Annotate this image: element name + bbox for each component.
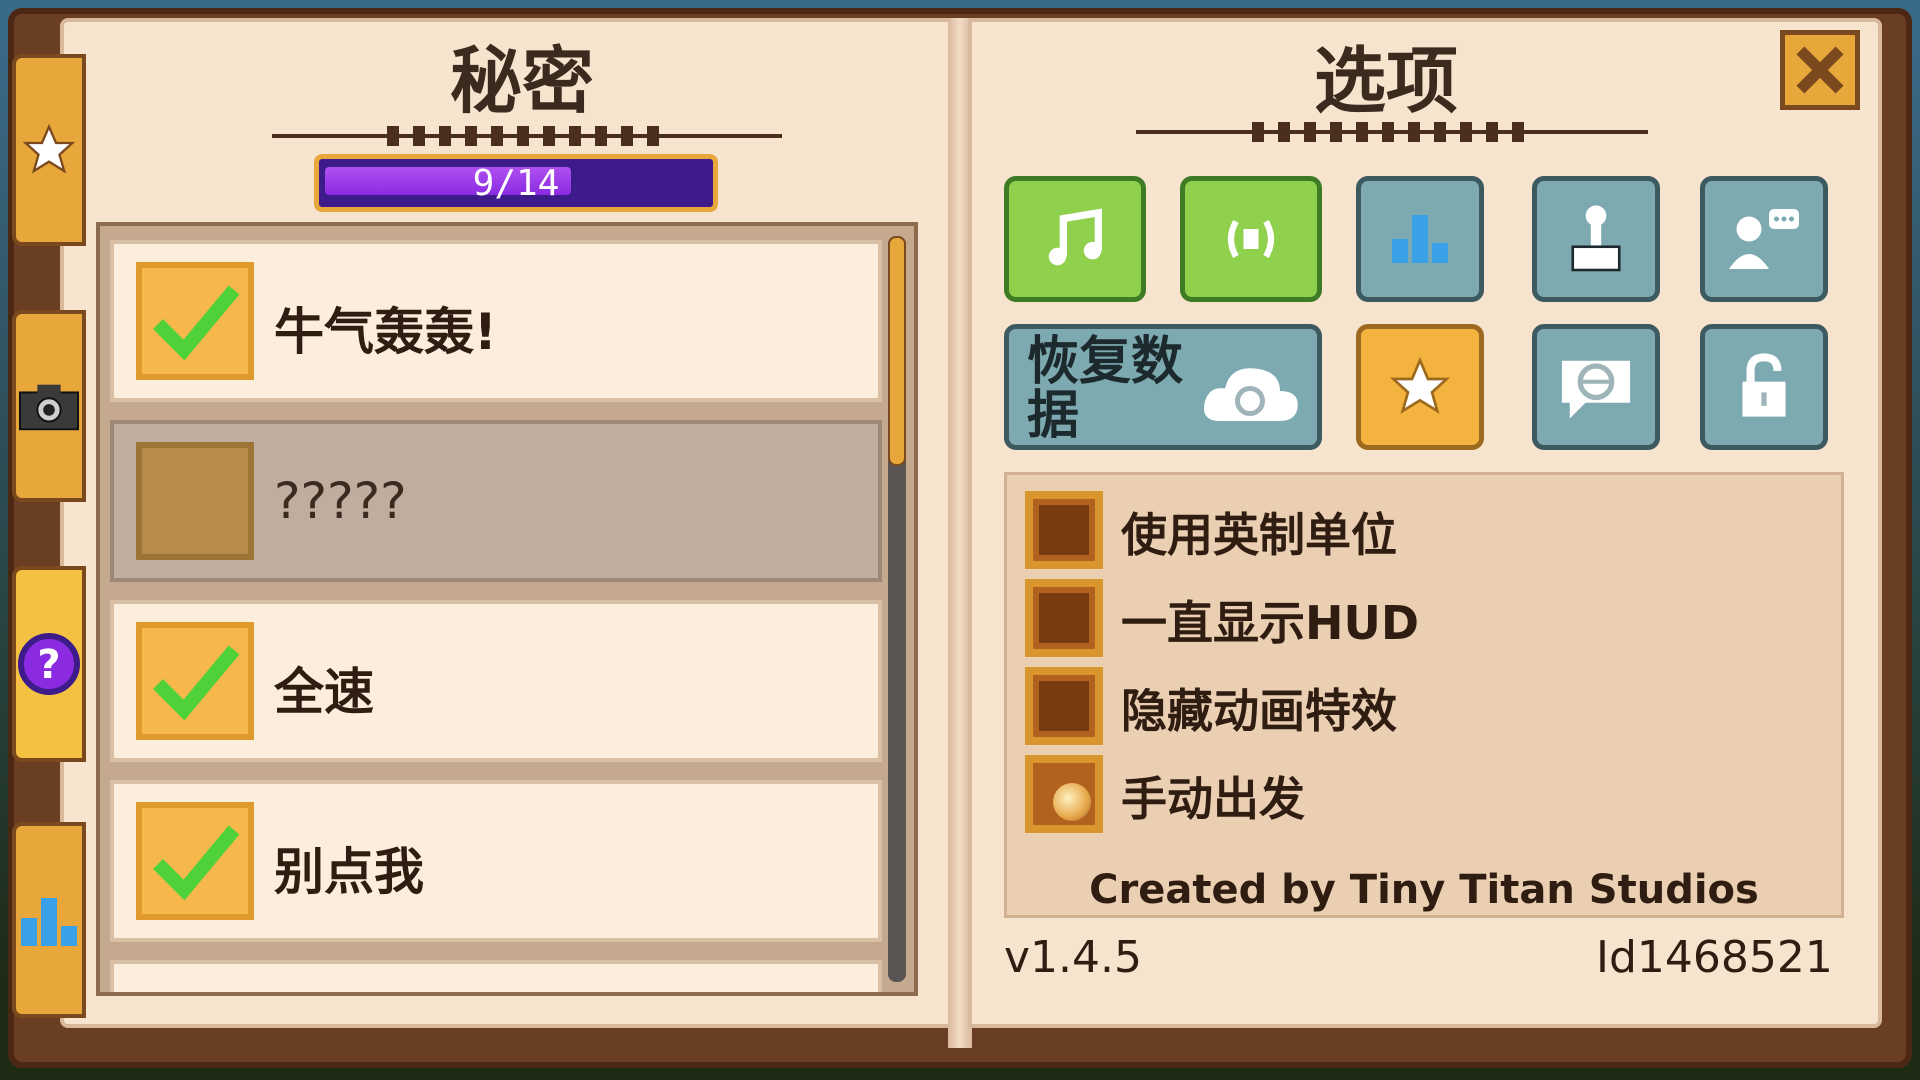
secret-checkbox	[136, 442, 254, 560]
tab-secrets[interactable]: ?	[12, 566, 86, 762]
option-checkbox[interactable]	[1025, 491, 1103, 569]
joystick-icon	[1571, 205, 1621, 272]
option-always-show-hud[interactable]: 一直显示HUD	[1025, 579, 1825, 659]
secret-item[interactable]: 牛气轰轰!	[110, 240, 882, 402]
checkmark-icon	[153, 645, 240, 721]
secrets-title: 秘密	[450, 38, 595, 123]
credits-text: Created by Tiny Titan Studios	[1089, 867, 1759, 913]
close-button[interactable]	[1780, 30, 1860, 110]
secret-checkbox	[136, 262, 254, 380]
option-label: 一直显示HUD	[1121, 596, 1420, 650]
social-button[interactable]	[1700, 176, 1828, 302]
chat-user-icon	[1729, 209, 1799, 269]
secret-checkbox	[136, 802, 254, 920]
option-checkbox[interactable]	[1025, 579, 1103, 657]
restore-data-label: 恢复数据	[1027, 332, 1184, 446]
secret-checkbox	[136, 622, 254, 740]
options-title: 选项	[1314, 38, 1459, 123]
question-icon: ?	[18, 633, 80, 695]
stats-icon	[1392, 215, 1448, 263]
secret-label: ?????	[274, 472, 407, 530]
secret-item-locked[interactable]: ?????	[110, 420, 882, 582]
secrets-progress-bar: 9/14	[314, 154, 718, 212]
tab-achievements[interactable]	[12, 54, 86, 246]
lock-icon	[1742, 353, 1786, 417]
option-checkbox[interactable]	[1025, 667, 1103, 745]
checked-knob-icon	[1053, 783, 1091, 821]
user-id-label: Id1468521	[1596, 932, 1833, 983]
stats-button[interactable]	[1356, 176, 1484, 302]
bar-chart-icon	[21, 898, 77, 946]
sound-toggle-button[interactable]	[1180, 176, 1322, 302]
star-icon	[22, 123, 76, 174]
svg-text:?: ?	[37, 642, 60, 688]
tab-stats[interactable]	[12, 822, 86, 1018]
options-panel: 使用英制单位 一直显示HUD 隐藏动画特效 手动出发 Created by Ti…	[1004, 472, 1844, 918]
title-divider	[272, 126, 782, 146]
version-label: v1.4.5	[1004, 932, 1142, 983]
restore-data-button[interactable]: 恢复数据	[1004, 324, 1322, 450]
title-divider	[1136, 122, 1648, 142]
close-icon	[1796, 46, 1844, 94]
secret-item[interactable]: 别点我	[110, 780, 882, 942]
language-button[interactable]	[1532, 324, 1660, 450]
option-imperial-units[interactable]: 使用英制单位	[1025, 491, 1825, 571]
option-manual-launch[interactable]: 手动出发	[1025, 755, 1825, 835]
progress-text: 9/14	[472, 163, 560, 204]
sound-icon	[1227, 219, 1275, 259]
music-icon	[1048, 208, 1102, 266]
music-toggle-button[interactable]	[1004, 176, 1146, 302]
secret-item-partial	[110, 960, 882, 992]
option-checkbox-checked[interactable]	[1025, 755, 1103, 833]
option-hide-animation-effects[interactable]: 隐藏动画特效	[1025, 667, 1825, 747]
checkmark-icon	[153, 825, 240, 901]
language-globe-icon	[1561, 360, 1631, 419]
camera-icon	[18, 384, 80, 431]
option-label: 手动出发	[1121, 772, 1305, 826]
cloud-sync-icon	[1204, 368, 1298, 421]
secret-item[interactable]: 全速	[110, 600, 882, 762]
rate-button[interactable]	[1356, 324, 1484, 450]
privacy-lock-button[interactable]	[1700, 324, 1828, 450]
secret-label: 牛气轰轰!	[274, 303, 497, 361]
option-label: 隐藏动画特效	[1121, 684, 1397, 738]
list-scroll-thumb[interactable]	[888, 236, 906, 466]
secrets-list[interactable]: 牛气轰轰! ????? 全速 别点我	[96, 222, 918, 996]
star-icon	[1389, 356, 1451, 414]
option-label: 使用英制单位	[1121, 508, 1397, 562]
tab-photos[interactable]	[12, 310, 86, 502]
secret-label: 全速	[274, 663, 374, 721]
controls-button[interactable]	[1532, 176, 1660, 302]
checkmark-icon	[153, 285, 240, 361]
secret-label: 别点我	[274, 843, 424, 901]
